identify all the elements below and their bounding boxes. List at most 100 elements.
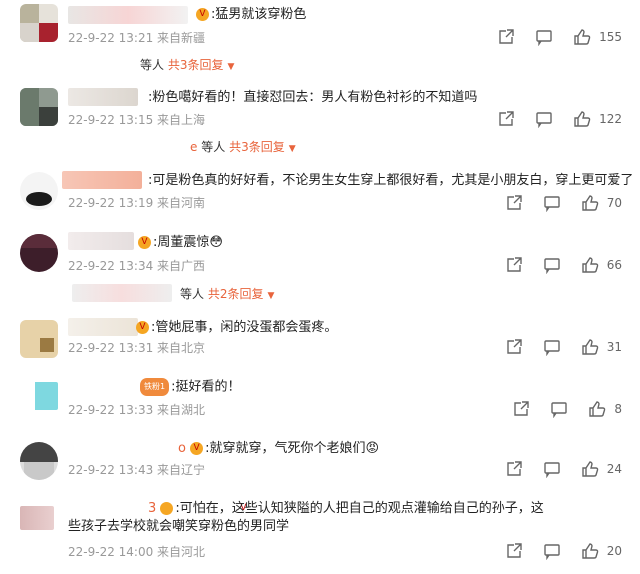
- comment-text: 铁粉1:挺好看的！: [140, 378, 240, 397]
- comment-icon[interactable]: [535, 110, 553, 128]
- username-blurred[interactable]: [68, 318, 138, 336]
- thumbs-up-icon[interactable]: [573, 28, 591, 46]
- thumbs-up-icon[interactable]: [588, 400, 606, 418]
- share-icon[interactable]: [505, 194, 523, 212]
- share-icon[interactable]: [505, 460, 523, 478]
- comment-actions: 8: [512, 400, 622, 418]
- fan-badge: 铁粉1: [140, 378, 170, 396]
- comment-icon[interactable]: [543, 460, 561, 478]
- comment-meta: 22-9-22 13:19 来自河南: [68, 196, 206, 210]
- chevron-down-icon: ▼: [267, 291, 275, 301]
- comment-text: :可是粉色真的好好看，不论男生女生穿上都很好看，尤其是小朋友白，穿上更可爱了: [148, 173, 634, 188]
- avatar[interactable]: [20, 234, 58, 272]
- comment-item: 铁粉1:挺好看的！ 22-9-22 13:33 来自湖北 8: [0, 378, 640, 422]
- more-replies-link[interactable]: 共3条回复 ▼: [229, 140, 296, 154]
- comment-icon[interactable]: [543, 542, 561, 560]
- comment-text: V:周董震惊😳: [138, 234, 223, 252]
- username-blurred[interactable]: [68, 6, 188, 24]
- like-count: 66: [606, 258, 622, 272]
- comment-actions: 66: [505, 256, 622, 274]
- comment-item: o V:就穿就穿，气死你个老娘们😡 22-9-22 13:43 来自辽宁 24: [0, 440, 640, 480]
- comment-text: o V:就穿就穿，气死你个老娘们😡: [178, 441, 380, 456]
- more-replies-link[interactable]: 共2条回复 ▼: [208, 287, 275, 301]
- share-icon[interactable]: [512, 400, 530, 418]
- username-blurred[interactable]: [68, 88, 138, 106]
- username-fragment: o: [178, 441, 186, 456]
- comment-meta: 22-9-22 13:31 来自北京: [68, 341, 206, 355]
- comment-item: :可是粉色真的好好看，不论男生女生穿上都很好看，尤其是小朋友白，穿上更可爱了 2…: [0, 168, 640, 218]
- comment-text: :粉色噶好看的！直接怼回去：男人有粉色衬衫的不知道吗: [148, 90, 478, 105]
- like-count: 8: [614, 402, 622, 416]
- thumbs-up-icon[interactable]: [581, 194, 599, 212]
- reply-summary[interactable]: 等人 共3条回复 ▼: [140, 56, 234, 73]
- like-count: 122: [599, 112, 622, 126]
- share-icon[interactable]: [497, 28, 515, 46]
- reply-users: 等人: [180, 287, 205, 301]
- comment-meta: 22-9-22 14:00 来自河北: [68, 545, 206, 559]
- vip-badge-icon: V: [138, 236, 151, 249]
- comment-actions: 24: [505, 460, 622, 478]
- comment-text: 3 V:可怕在，这些认知狭隘的人把自己的观点灌输给自己的孙子，这些孩子去学校就会…: [68, 501, 544, 534]
- share-icon[interactable]: [505, 338, 523, 356]
- thumbs-up-icon[interactable]: [581, 542, 599, 560]
- comment-text: V:管她屁事，闲的没蛋都会蛋疼。: [136, 319, 337, 337]
- comment-actions: 70: [505, 194, 622, 212]
- comment-icon[interactable]: [543, 338, 561, 356]
- comment-item: V:管她屁事，闲的没蛋都会蛋疼。 22-9-22 13:31 来自北京 31: [0, 318, 640, 366]
- chevron-down-icon: ▼: [288, 144, 296, 154]
- comment-actions: 155: [497, 28, 622, 46]
- avatar[interactable]: [20, 172, 58, 210]
- avatar[interactable]: [20, 320, 58, 358]
- comment-meta: 22-9-22 13:15 来自上海: [68, 113, 206, 127]
- comment-text: V:猛男就该穿粉色: [196, 6, 306, 24]
- avatar[interactable]: [20, 506, 54, 530]
- vip-badge-icon: V: [160, 502, 247, 515]
- more-replies-link[interactable]: 共3条回复 ▼: [168, 58, 235, 72]
- comment-meta: 22-9-22 13:34 来自广西: [68, 259, 206, 273]
- comment-item: :粉色噶好看的！直接怼回去：男人有粉色衬衫的不知道吗 22-9-22 13:15…: [0, 86, 640, 154]
- username-blurred[interactable]: [68, 440, 178, 458]
- comment-actions: 31: [505, 338, 622, 356]
- share-icon[interactable]: [497, 110, 515, 128]
- vip-badge-icon: V: [136, 321, 149, 334]
- avatar[interactable]: [20, 4, 58, 42]
- avatar[interactable]: [20, 442, 58, 480]
- reply-user-fragment: e: [190, 140, 198, 154]
- comment-icon[interactable]: [543, 256, 561, 274]
- vip-badge-icon: V: [196, 8, 209, 21]
- avatar[interactable]: [20, 382, 58, 410]
- thumbs-up-icon[interactable]: [581, 338, 599, 356]
- like-count: 20: [606, 544, 622, 558]
- thumbs-up-icon[interactable]: [581, 460, 599, 478]
- like-count: 155: [599, 30, 622, 44]
- thumbs-up-icon[interactable]: [581, 256, 599, 274]
- comment-actions: 122: [497, 110, 622, 128]
- comment-item: V:猛男就该穿粉色 22-9-22 13:21 来自新疆 155 等人 共3条回…: [0, 0, 640, 72]
- thumbs-up-icon[interactable]: [573, 110, 591, 128]
- username-fragment: 3: [148, 501, 157, 516]
- comment-item: V:周董震惊😳 22-9-22 13:34 来自广西 66 等人 共2条回复 ▼: [0, 230, 640, 302]
- username-blurred[interactable]: [68, 378, 138, 396]
- username-blurred[interactable]: [68, 232, 134, 250]
- comment-actions: 20: [505, 542, 622, 560]
- share-icon[interactable]: [505, 542, 523, 560]
- emoji-icon: 😳: [209, 235, 223, 250]
- username-blurred[interactable]: [62, 171, 142, 189]
- emoji-icon: 😡: [365, 441, 380, 456]
- reply-summary[interactable]: e 等人 共3条回复 ▼: [190, 138, 296, 155]
- reply-summary[interactable]: 等人 共2条回复 ▼: [180, 285, 274, 302]
- like-count: 31: [606, 340, 622, 354]
- avatar[interactable]: [20, 88, 58, 126]
- comment-icon[interactable]: [543, 194, 561, 212]
- like-count: 70: [606, 196, 622, 210]
- reply-user-blurred: [72, 284, 172, 302]
- comment-icon[interactable]: [550, 400, 568, 418]
- share-icon[interactable]: [505, 256, 523, 274]
- vip-badge-icon: V: [190, 442, 204, 455]
- reply-users: 等人: [201, 140, 226, 154]
- comment-meta: 22-9-22 13:33 来自湖北: [68, 403, 206, 417]
- comment-icon[interactable]: [535, 28, 553, 46]
- comment-item: 3 V:可怕在，这些认知狭隘的人把自己的观点灌输给自己的孙子，这些孩子去学校就会…: [0, 500, 640, 570]
- comment-meta: 22-9-22 13:43 来自辽宁: [68, 463, 206, 477]
- comment-meta: 22-9-22 13:21 来自新疆: [68, 31, 206, 45]
